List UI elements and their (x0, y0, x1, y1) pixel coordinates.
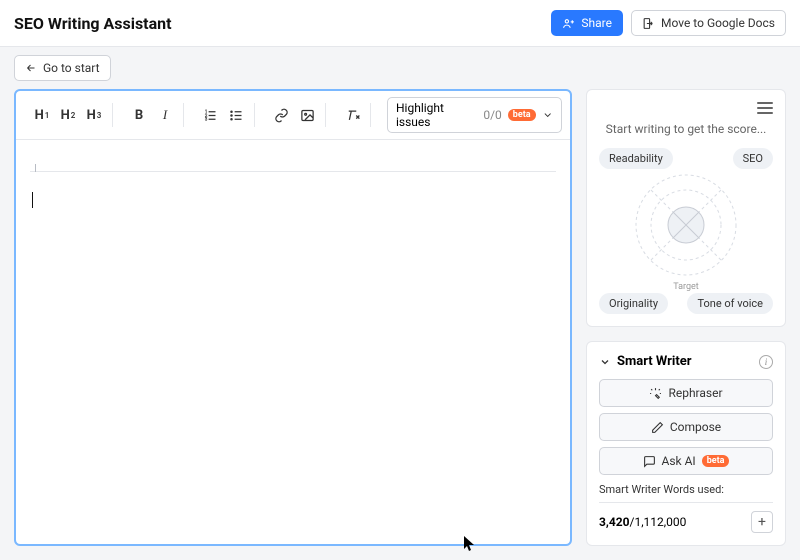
panel-menu-button[interactable] (757, 102, 773, 114)
radar-graphic (631, 170, 741, 280)
h1-button[interactable]: H1 (30, 103, 54, 127)
words-used-label: Smart Writer Words used: (599, 483, 773, 496)
mouse-cursor-icon (464, 536, 476, 552)
share-button[interactable]: Share (551, 10, 623, 36)
beta-badge: beta (702, 455, 730, 467)
editor-toolbar: H1 H2 H3 B I 123 Highlight issues (16, 91, 570, 140)
editor-content[interactable] (16, 140, 570, 544)
rephraser-icon (649, 387, 662, 400)
clear-format-button[interactable] (340, 103, 364, 127)
main-layout: H1 H2 H3 B I 123 Highlight issues (0, 89, 800, 560)
chevron-down-icon[interactable] (599, 356, 611, 368)
target-label: Target (673, 282, 699, 292)
chat-icon (643, 455, 656, 468)
sidebar: Start writing to get the score... Readab… (586, 89, 786, 546)
h3-button[interactable]: H3 (82, 103, 106, 127)
info-icon[interactable]: i (759, 355, 773, 369)
highlight-label: Highlight issues (396, 101, 477, 129)
header-actions: Share Move to Google Docs (551, 10, 786, 36)
link-button[interactable] (269, 103, 293, 127)
svg-text:3: 3 (204, 117, 207, 122)
highlight-count: 0/0 (483, 108, 501, 122)
ruler (30, 164, 556, 172)
unordered-list-button[interactable] (224, 103, 248, 127)
radar-chart: Readability SEO Originality Tone of voic… (599, 148, 773, 314)
seo-pill[interactable]: SEO (733, 148, 773, 169)
score-hint: Start writing to get the score... (599, 122, 773, 136)
originality-pill[interactable]: Originality (599, 293, 668, 314)
words-used-count: 3,420/1,112,000 (599, 515, 686, 529)
bold-button[interactable]: B (127, 103, 151, 127)
move-to-docs-button[interactable]: Move to Google Docs (631, 10, 786, 36)
chevron-down-icon (542, 109, 553, 121)
ol-icon: 123 (203, 108, 218, 123)
image-button[interactable] (295, 103, 319, 127)
app-header: SEO Writing Assistant Share Move to Goog… (0, 0, 800, 47)
export-icon (642, 17, 655, 30)
text-caret (32, 192, 33, 208)
page-title: SEO Writing Assistant (14, 14, 172, 33)
rephraser-button[interactable]: Rephraser (599, 379, 773, 407)
share-label: Share (581, 16, 612, 30)
arrow-left-icon (25, 62, 37, 74)
score-panel: Start writing to get the score... Readab… (586, 89, 786, 327)
subheader: Go to start (0, 47, 800, 89)
tone-pill[interactable]: Tone of voice (687, 293, 773, 314)
compose-button[interactable]: Compose (599, 413, 773, 441)
smart-writer-title: Smart Writer (617, 354, 753, 369)
ul-icon (229, 108, 244, 123)
go-to-start-button[interactable]: Go to start (14, 55, 111, 81)
smart-writer-panel: Smart Writer i Rephraser Compose Ask AI … (586, 341, 786, 546)
clear-format-icon (345, 108, 360, 123)
editor-panel: H1 H2 H3 B I 123 Highlight issues (14, 89, 572, 546)
italic-button[interactable]: I (153, 103, 177, 127)
h2-button[interactable]: H2 (56, 103, 80, 127)
move-label: Move to Google Docs (661, 16, 775, 30)
ask-ai-button[interactable]: Ask AI beta (599, 447, 773, 475)
beta-badge: beta (508, 109, 536, 121)
words-used-row: 3,420/1,112,000 + (599, 502, 773, 533)
share-icon (562, 17, 575, 30)
image-icon (300, 108, 315, 123)
add-words-button[interactable]: + (751, 511, 773, 533)
link-icon (274, 108, 289, 123)
ordered-list-button[interactable]: 123 (198, 103, 222, 127)
compose-icon (651, 421, 664, 434)
readability-pill[interactable]: Readability (599, 148, 673, 169)
go-to-start-label: Go to start (43, 61, 100, 75)
highlight-issues-dropdown[interactable]: Highlight issues 0/0 beta (387, 97, 562, 133)
